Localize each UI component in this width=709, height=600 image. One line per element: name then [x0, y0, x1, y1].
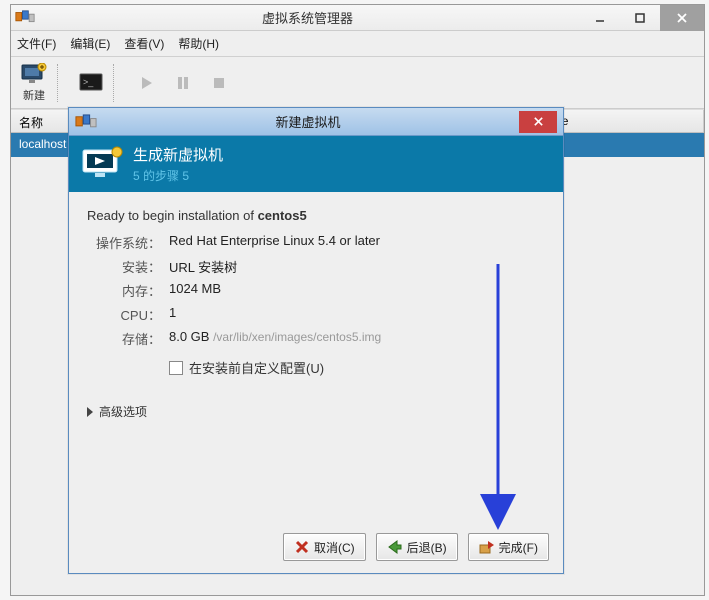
toolbar-open[interactable]: >_	[73, 71, 109, 95]
spec-storage-path: /var/lib/xen/images/centos5.img	[213, 330, 381, 344]
dialog-close-button[interactable]	[519, 111, 557, 133]
spec-mem-value: 1024 MB	[169, 281, 545, 300]
spec-storage-label: 存储：	[87, 329, 161, 348]
toolbar-new-label: 新建	[23, 87, 45, 103]
svg-text:>_: >_	[83, 77, 94, 87]
monitor-create-icon	[81, 146, 123, 182]
menu-edit[interactable]: 编辑(E)	[70, 35, 110, 52]
cancel-label: 取消(C)	[314, 539, 355, 556]
ready-prefix: Ready to begin installation of	[87, 208, 258, 223]
spec-mem-label: 内存：	[87, 281, 161, 300]
monitor-new-icon	[20, 63, 48, 87]
dialog-step: 5 的步骤 5	[133, 167, 223, 184]
advanced-expander[interactable]: 高级选项	[87, 403, 545, 420]
customize-checkbox[interactable]: 在安装前自定义配置(U)	[169, 358, 545, 377]
close-button[interactable]	[660, 5, 704, 31]
menu-view[interactable]: 查看(V)	[124, 35, 164, 52]
app-icon	[15, 10, 35, 26]
spec-os-label: 操作系统：	[87, 233, 161, 252]
spec-os-value: Red Hat Enterprise Linux 5.4 or later	[169, 233, 545, 252]
dialog-heading: 生成新虚拟机	[133, 144, 223, 165]
back-button[interactable]: 后退(B)	[376, 533, 458, 561]
dialog-title: 新建虚拟机	[97, 112, 519, 131]
ready-text: Ready to begin installation of centos5	[87, 208, 545, 223]
menu-file[interactable]: 文件(F)	[17, 35, 56, 52]
toolbar-separator	[113, 64, 125, 102]
toolbar-separator	[57, 64, 69, 102]
main-title: 虚拟系统管理器	[35, 8, 580, 27]
minimize-button[interactable]	[580, 5, 620, 31]
menu-help[interactable]: 帮助(H)	[178, 35, 219, 52]
box-apply-icon	[479, 539, 495, 555]
cancel-button[interactable]: 取消(C)	[283, 533, 366, 561]
toolbar: 新建 >_	[11, 57, 704, 109]
spec-cpu-label: CPU：	[87, 305, 161, 324]
app-icon	[75, 114, 97, 130]
main-titlebar: 虚拟系统管理器	[11, 5, 704, 31]
dialog-header: 生成新虚拟机 5 的步骤 5	[69, 136, 563, 192]
triangle-right-icon	[87, 407, 93, 417]
back-label: 后退(B)	[407, 539, 447, 556]
spec-install-value: URL 安装树	[169, 257, 545, 276]
play-icon	[133, 71, 161, 95]
menubar: 文件(F) 编辑(E) 查看(V) 帮助(H)	[11, 31, 704, 57]
arrow-left-icon	[387, 539, 403, 555]
advanced-label: 高级选项	[99, 403, 147, 420]
checkbox-icon	[169, 361, 183, 375]
toolbar-play[interactable]	[129, 71, 165, 95]
toolbar-pause[interactable]	[165, 71, 201, 95]
dialog-titlebar: 新建虚拟机	[69, 108, 563, 136]
cancel-x-icon	[294, 539, 310, 555]
toolbar-new[interactable]: 新建	[15, 63, 53, 103]
maximize-button[interactable]	[620, 5, 660, 31]
spec-cpu-value: 1	[169, 305, 545, 324]
toolbar-stop[interactable]	[201, 71, 237, 95]
finish-label: 完成(F)	[499, 539, 538, 556]
pause-icon	[169, 71, 197, 95]
terminal-icon: >_	[77, 71, 105, 95]
spec-install-label: 安装：	[87, 257, 161, 276]
stop-icon	[205, 71, 233, 95]
new-vm-dialog: 新建虚拟机 生成新虚拟机 5 的步骤 5 Ready to begin inst…	[68, 107, 564, 574]
spec-storage-value: 8.0 GB /var/lib/xen/images/centos5.img	[169, 329, 545, 348]
customize-label: 在安装前自定义配置(U)	[189, 358, 324, 377]
ready-vm-name: centos5	[258, 208, 307, 223]
finish-button[interactable]: 完成(F)	[468, 533, 549, 561]
